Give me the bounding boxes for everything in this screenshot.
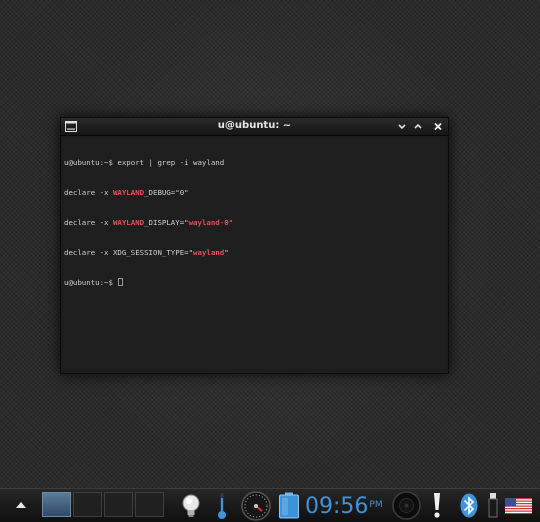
clock-time: 09:56 — [305, 494, 369, 519]
exclamation-icon[interactable] — [431, 492, 443, 519]
title-bar[interactable]: u@ubuntu: ~ — [61, 118, 448, 136]
bluetooth-icon[interactable] — [460, 493, 478, 518]
terminal-line: u@ubuntu:~$ export | grep -i wayland — [64, 158, 225, 167]
window-title: u@ubuntu: ~ — [217, 120, 292, 131]
flag-icon[interactable] — [505, 498, 532, 514]
clock[interactable]: 09:56PM — [305, 491, 383, 519]
workspace-4[interactable] — [135, 492, 164, 517]
speedometer-icon[interactable] — [241, 491, 271, 521]
minimize-icon[interactable] — [396, 121, 408, 132]
close-icon[interactable] — [432, 121, 444, 132]
usb-stick-icon[interactable] — [488, 492, 498, 519]
battery-icon[interactable] — [278, 492, 300, 519]
lightbulb-icon[interactable] — [180, 493, 202, 519]
terminal-output[interactable]: u@ubuntu:~$ export | grep -i wayland dec… — [63, 138, 446, 369]
thermometer-icon[interactable] — [216, 492, 228, 520]
terminal-window[interactable]: u@ubuntu: ~ u@ubuntu:~$ export | grep -i… — [60, 117, 449, 374]
clock-period: PM — [369, 500, 383, 510]
speaker-icon[interactable] — [392, 491, 421, 520]
terminal-line: declare -x WAYLAND_DISPLAY="wayland-0" — [64, 218, 234, 227]
taskbar: 09:56PM — [0, 488, 540, 522]
workspace-3[interactable] — [104, 492, 133, 517]
maximize-icon[interactable] — [412, 121, 424, 132]
terminal-line: declare -x WAYLAND_DEBUG="0" — [64, 188, 189, 197]
terminal-line: declare -x XDG_SESSION_TYPE="wayland" — [64, 248, 229, 257]
text-cursor — [118, 278, 124, 286]
terminal-prompt: u@ubuntu:~$ — [64, 278, 445, 288]
workspace-1[interactable] — [42, 492, 71, 517]
up-arrow-icon[interactable] — [14, 498, 28, 512]
workspace-2[interactable] — [73, 492, 102, 517]
